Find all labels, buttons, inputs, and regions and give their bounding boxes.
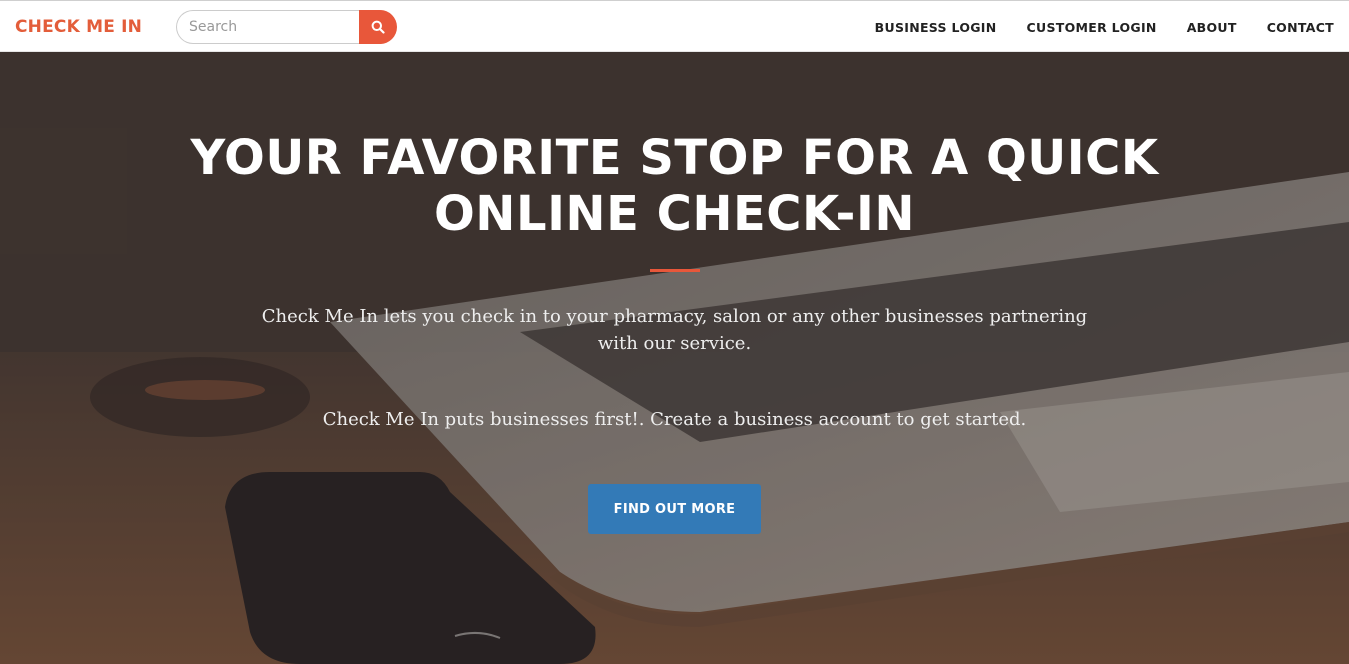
brand-logo-link[interactable]: CHECK ME IN — [15, 17, 142, 37]
nav-about[interactable]: ABOUT — [1187, 20, 1237, 35]
find-out-more-button[interactable]: FIND OUT MORE — [588, 484, 761, 534]
search-input[interactable] — [176, 10, 359, 44]
nav-links: BUSINESS LOGIN CUSTOMER LOGIN ABOUT CONT… — [875, 1, 1334, 53]
search-form — [176, 10, 397, 44]
nav-business-login[interactable]: BUSINESS LOGIN — [875, 20, 997, 35]
hero-divider — [650, 269, 700, 272]
search-button[interactable] — [359, 10, 397, 44]
nav-contact[interactable]: CONTACT — [1267, 20, 1334, 35]
hero-section: YOUR FAVORITE STOP FOR A QUICK ONLINE CH… — [0, 52, 1349, 664]
search-icon — [371, 20, 385, 34]
navbar: CHECK ME IN BUSINESS LOGIN CUSTOMER LOGI… — [0, 0, 1349, 52]
hero-subtext: Check Me In puts businesses first!. Crea… — [322, 409, 1027, 430]
nav-customer-login[interactable]: CUSTOMER LOGIN — [1027, 20, 1157, 35]
hero-description: Check Me In lets you check in to your ph… — [261, 306, 1088, 354]
hero-content: YOUR FAVORITE STOP FOR A QUICK ONLINE CH… — [0, 52, 1349, 664]
hero-title: YOUR FAVORITE STOP FOR A QUICK ONLINE CH… — [190, 130, 1159, 242]
